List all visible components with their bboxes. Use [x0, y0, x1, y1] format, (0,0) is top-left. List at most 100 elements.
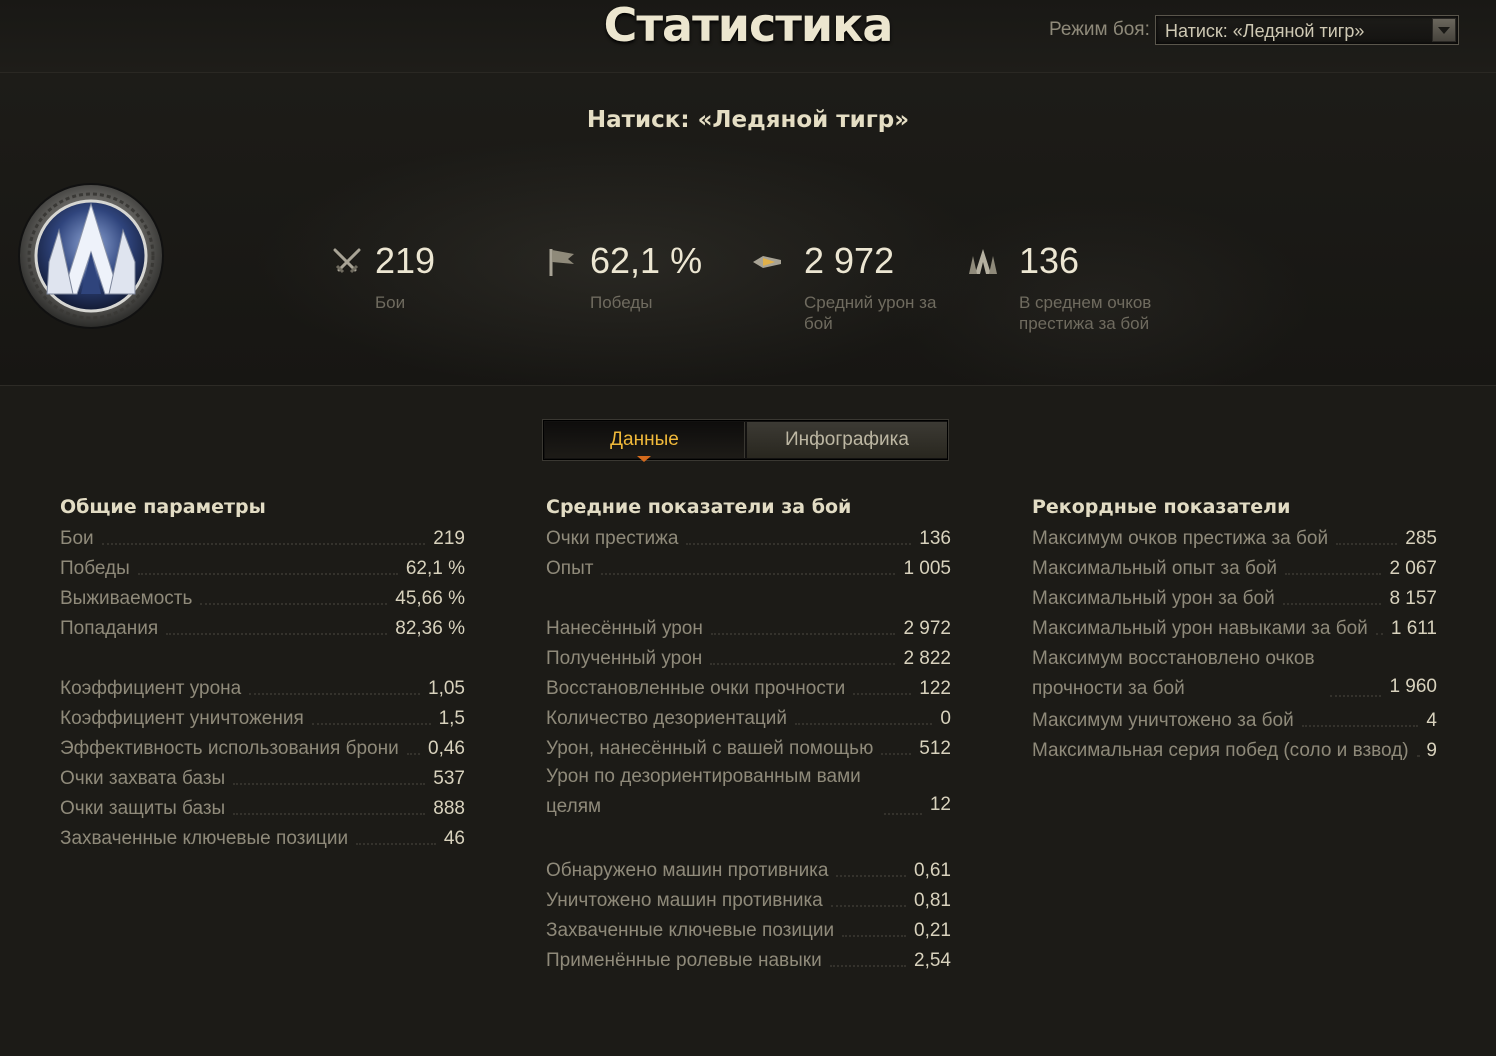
stat-row: Урон, нанесённый с вашей помощью 512: [546, 732, 951, 762]
dot-leader: [881, 752, 912, 755]
stat-label: Восстановленные очки прочности: [546, 678, 846, 699]
dot-leader: [710, 632, 896, 635]
battle-mode-dropdown[interactable]: Натиск: «Ледяной тигр»: [1155, 15, 1459, 45]
tab-infographic[interactable]: Инфографика: [747, 422, 947, 458]
dot-leader: [233, 812, 426, 815]
stat-row: Опыт 1 005: [546, 552, 951, 582]
record-stats-column: Рекордные показатели Максимум очков прес…: [1032, 492, 1437, 764]
stat-label: Урон, нанесённый с вашей помощью: [546, 738, 874, 759]
stat-row: Эффективность использования брони 0,46: [60, 732, 465, 762]
hero-stat-label: Бои: [375, 293, 406, 312]
stat-value: 512: [919, 738, 951, 759]
dot-leader: [836, 874, 907, 877]
stat-value: 537: [433, 768, 465, 789]
stat-label: Опыт: [546, 558, 594, 579]
column-title: Рекордные показатели: [1032, 496, 1291, 518]
stat-row: Максимальный урон за бой 8 157: [1032, 582, 1437, 612]
stat-label: Победы: [60, 558, 130, 579]
tab-data[interactable]: Данные: [545, 422, 745, 462]
dot-leader: [1285, 572, 1382, 575]
shell-burst-icon: [753, 256, 781, 268]
stat-row: Победы 62,1 %: [60, 552, 465, 582]
chevron-down-icon[interactable]: [1432, 18, 1456, 42]
dot-leader: [356, 842, 436, 845]
battle-mode-label: Режим боя:: [1049, 19, 1150, 40]
stat-label: Попадания: [60, 618, 159, 639]
stat-value: 0,61: [914, 860, 951, 881]
stat-label: Захваченные ключевые позиции: [60, 828, 349, 849]
stat-row: Очки защиты базы 888: [60, 792, 465, 822]
stat-label: Очки захвата базы: [60, 768, 226, 789]
flag-icon: [549, 249, 574, 276]
stat-row: Количество дезориентаций 0: [546, 702, 951, 732]
stat-row: Максимум уничтожено за бой 4: [1032, 704, 1437, 734]
stat-label: Максимальный урон за бой: [1032, 588, 1275, 609]
stat-label: Бои: [60, 528, 94, 549]
stat-row: Захваченные ключевые позиции 0,21: [546, 914, 951, 944]
stat-label: Нанесённый урон: [546, 618, 703, 639]
hero-stat-value: 2 972: [804, 240, 895, 281]
stat-row: Применённые ролевые навыки 2,54: [546, 944, 951, 974]
stat-label: Применённые ролевые навыки: [546, 950, 822, 971]
stat-label: Количество дезориентаций: [546, 708, 788, 729]
stat-value: 0,81: [914, 890, 951, 911]
battle-mode-selected-value: Натиск: «Ледяной тигр»: [1165, 21, 1365, 41]
stat-label: Коэффициент урона: [60, 678, 242, 699]
stat-label: Максимум очков престижа за бой: [1032, 528, 1329, 549]
dot-leader: [853, 692, 912, 695]
dot-leader: [137, 572, 398, 575]
stat-value: 219: [433, 528, 465, 549]
stat-row: Максимальная серия побед (соло и взвод) 9: [1032, 734, 1437, 764]
stat-value: 1 960: [1389, 676, 1437, 697]
stat-value: 62,1 %: [405, 558, 465, 579]
average-stats-column: Средние показатели за бой Очки престижа 1…: [546, 492, 951, 974]
dot-leader: [1336, 542, 1398, 545]
stat-label: Уничтожено машин противника: [546, 890, 823, 911]
dot-leader: [166, 632, 388, 635]
stat-label: Захваченные ключевые позиции: [546, 920, 835, 941]
general-stats-column: Общие параметры Бои 219 Победы 62,1 % Выжи…: [60, 492, 465, 852]
hero-stat-label: Победы: [590, 293, 653, 312]
stat-row: Уничтожено машин противника 0,81: [546, 884, 951, 914]
dot-leader: [1375, 632, 1383, 635]
stat-row: Максимум восстановлено очков прочности з…: [1032, 642, 1437, 704]
stat-row: Восстановленные очки прочности 122: [546, 672, 951, 702]
stat-row: Полученный урон 2 822: [546, 642, 951, 672]
stat-row: Коэффициент урона 1,05: [60, 672, 465, 702]
stat-value: 0: [940, 708, 951, 729]
hero-stat-label: В среднем очков престижа за бой: [1019, 293, 1152, 333]
stat-value: 9: [1426, 740, 1437, 761]
dot-leader: [233, 782, 426, 785]
stat-value: 4: [1426, 710, 1437, 731]
stat-value: 1,05: [428, 678, 465, 699]
stat-label: Максимум восстановлено очков прочности з…: [1032, 648, 1315, 699]
stat-value: 1 611: [1390, 618, 1437, 639]
stat-row: Очки захвата базы 537: [60, 762, 465, 792]
stat-label: Урон по дезориентированным вами целям: [546, 766, 861, 817]
stat-value: 46: [443, 828, 465, 849]
hero-stat-label: Средний урон за бой: [804, 293, 937, 333]
stat-value: 0,46: [428, 738, 465, 759]
row-spacer: [546, 822, 951, 854]
dot-leader: [795, 722, 933, 725]
dot-leader: [601, 572, 896, 575]
stat-row: Бои 219: [60, 522, 465, 552]
dot-leader: [1301, 724, 1419, 727]
stat-value: 2 972: [903, 618, 951, 639]
stat-label: Максимальная серия побед (соло и взвод): [1032, 740, 1409, 761]
stat-value: 12: [929, 794, 951, 815]
column-title: Средние показатели за бой: [546, 496, 852, 518]
column-title: Общие параметры: [60, 496, 266, 518]
stat-row: Максимальный урон навыками за бой 1 611: [1032, 612, 1437, 642]
dot-leader: [842, 934, 907, 937]
stat-row: Попадания 82,36 %: [60, 612, 465, 642]
stat-row: Нанесённый урон 2 972: [546, 612, 951, 642]
dot-leader: [830, 904, 907, 907]
stat-row: Обнаружено машин противника 0,61: [546, 854, 951, 884]
stat-value: 2 067: [1389, 558, 1437, 579]
stat-row: Выживаемость 45,66 %: [60, 582, 465, 612]
dot-leader: [1282, 602, 1382, 605]
crossed-swords-icon: [333, 248, 361, 274]
dot-leader: [1330, 694, 1382, 697]
stat-row: Коэффициент уничтожения 1,5: [60, 702, 465, 732]
